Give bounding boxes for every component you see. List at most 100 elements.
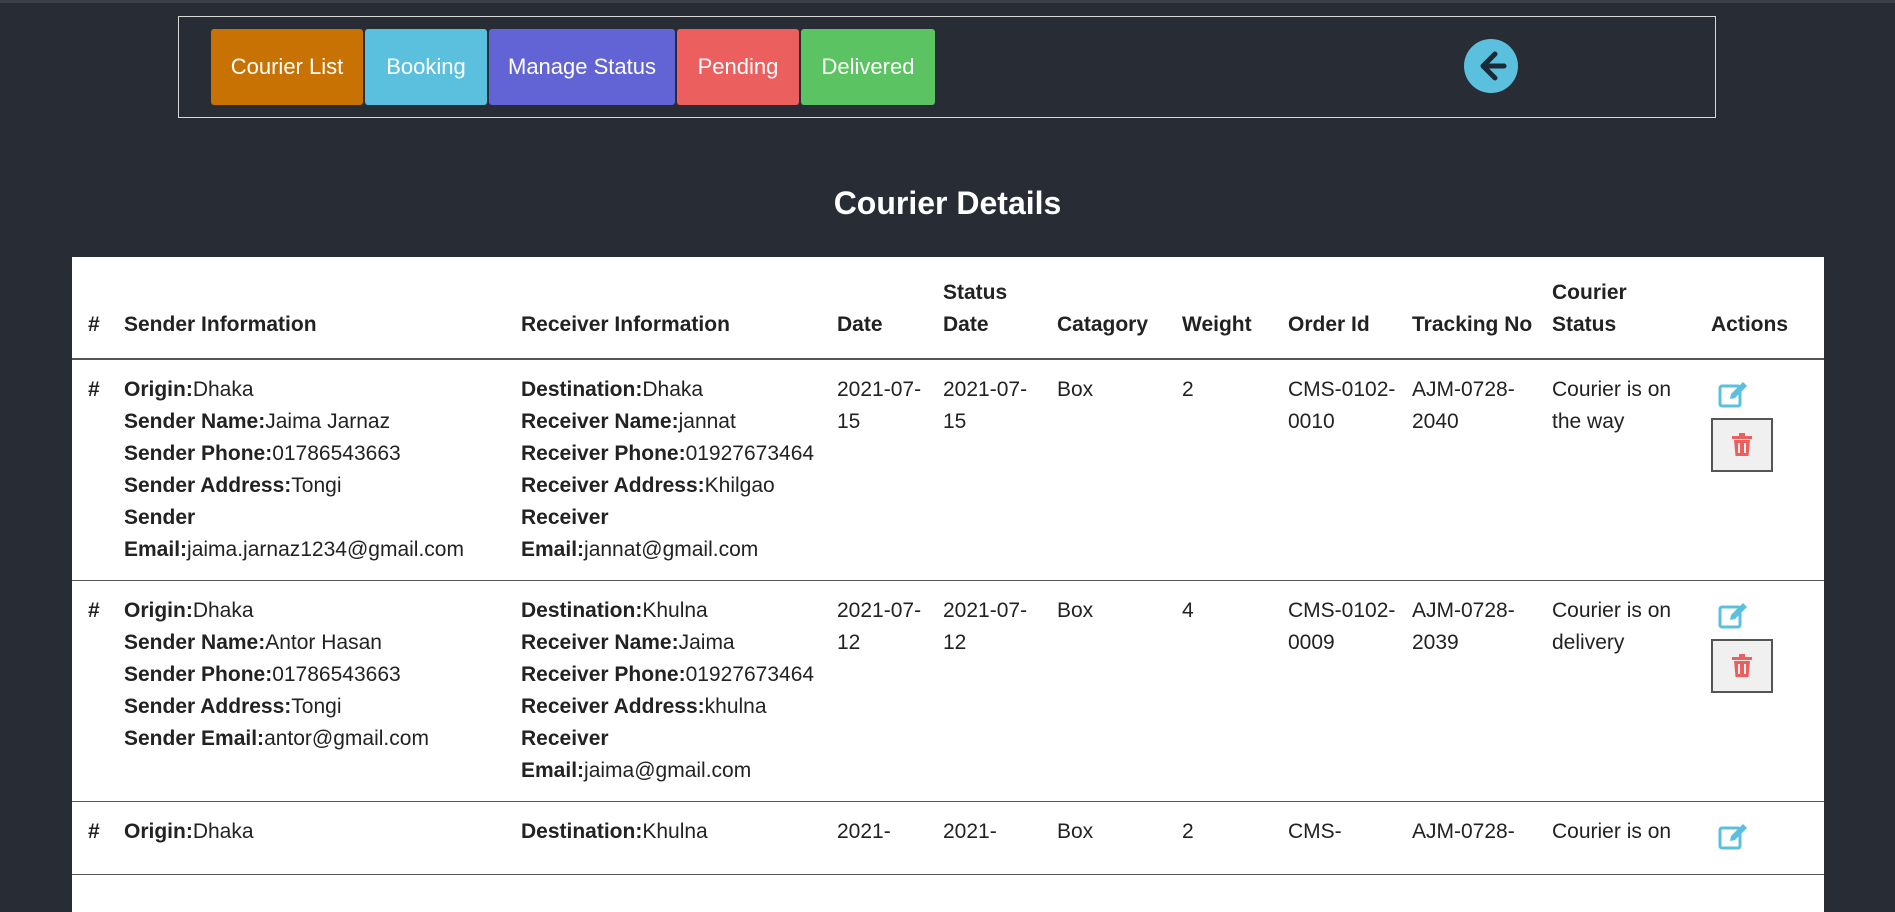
status-date-cell: 2021-07-12 [935,580,1049,802]
courier-status-cell: Courier is on the way [1544,359,1703,581]
delete-button[interactable] [1711,639,1773,693]
col-header-tracking: Tracking No [1404,257,1544,360]
sender-address-label: Sender Address: [124,474,292,497]
origin-label: Origin: [124,820,193,843]
origin-value: Dhaka [192,599,254,622]
courier-table: # Sender Information Receiver Informatio… [72,257,1824,875]
origin-label: Origin: [124,378,193,401]
receiver-email-value: jannat@gmail.com [584,538,759,561]
courier-status-cell: Courier is on delivery [1544,580,1703,802]
receiver-email-value: jaima@gmail.com [584,759,752,782]
pending-button[interactable]: Pending [677,29,799,105]
courier-list-button[interactable]: Courier List [211,29,363,105]
receiver-address-value: Khilgao [704,474,775,497]
edit-icon[interactable] [1717,378,1751,412]
date-cell: 2021-07-15 [829,359,935,581]
receiver-info: Destination:Khulna Receiver Name:Jaima R… [513,580,829,802]
col-header-order-id: Order Id [1280,257,1404,360]
origin-value: Dhaka [192,378,254,401]
booking-button[interactable]: Booking [365,29,487,105]
destination-label: Destination: [521,378,643,401]
col-header-courier-status: Courier Status [1544,257,1703,360]
sender-address-value: Tongi [291,474,342,497]
back-button[interactable] [1464,39,1518,93]
receiver-phone-label: Receiver Phone: [521,663,686,686]
sender-name-label: Sender Name: [124,631,266,654]
courier-table-container: # Sender Information Receiver Informatio… [72,257,1824,912]
sender-email-value: antor@gmail.com [264,727,429,750]
table-header-row: # Sender Information Receiver Informatio… [72,257,1824,360]
receiver-name-label: Receiver Name: [521,410,679,433]
manage-status-button[interactable]: Manage Status [489,29,675,105]
courier-status-cell: Courier is on [1544,801,1703,875]
actions-cell [1703,359,1824,581]
sender-address-label: Sender Address: [124,695,292,718]
sender-address-value: Tongi [291,695,342,718]
col-header-date: Date [829,257,935,360]
destination-value: Khulna [642,820,708,843]
sender-info: Origin:Dhaka [116,801,513,875]
table-row: # Origin:Dhaka Sender Name:Jaima Jarnaz … [72,359,1824,581]
trash-icon [1732,654,1752,677]
weight-cell: 4 [1174,580,1280,802]
page-title: Courier Details [833,185,1062,221]
table-row: # Origin:Dhaka Destination:Khulna 2021- … [72,801,1824,875]
destination-value: Dhaka [642,378,704,401]
col-header-status-date: Status Date [935,257,1049,360]
date-cell: 2021- [829,801,935,875]
sender-phone-value: 01786543663 [272,663,401,686]
category-cell: Box [1049,359,1174,581]
receiver-phone-value: 01927673464 [685,442,815,465]
row-number: # [72,359,116,581]
receiver-address-label: Receiver Address: [521,474,705,497]
origin-value: Dhaka [192,820,254,843]
status-date-cell: 2021-07-15 [935,359,1049,581]
edit-icon[interactable] [1717,820,1751,854]
sender-phone-label: Sender Phone: [124,663,273,686]
nav-bar: Courier List Booking Manage Status Pendi… [178,16,1716,118]
category-cell: Box [1049,801,1174,875]
receiver-info: Destination:Dhaka Receiver Name:jannat R… [513,359,829,581]
sender-info: Origin:Dhaka Sender Name:Antor Hasan Sen… [116,580,513,802]
row-number: # [72,580,116,802]
category-cell: Box [1049,580,1174,802]
col-header-sender: Sender Information [116,257,513,360]
tracking-cell: AJM-0728- [1404,801,1544,875]
receiver-address-value: khulna [704,695,767,718]
top-border [0,0,1895,3]
row-number: # [72,801,116,875]
sender-name-value: Jaima Jarnaz [265,410,391,433]
receiver-phone-value: 01927673464 [685,663,815,686]
arrow-left-circle-icon [1480,51,1507,81]
status-date-cell: 2021- [935,801,1049,875]
col-header-receiver: Receiver Information [513,257,829,360]
order-id-cell: CMS-0102-0010 [1280,359,1404,581]
col-header-category: Catagory [1049,257,1174,360]
order-id-cell: CMS-0102-0009 [1280,580,1404,802]
sender-phone-value: 01786543663 [272,442,401,465]
receiver-name-value: Jaima [678,631,735,654]
destination-label: Destination: [521,820,643,843]
sender-email-label: Sender Email: [124,506,196,561]
col-header-num: # [72,257,116,360]
sender-email-label: Sender Email: [124,727,265,750]
col-header-actions: Actions [1703,257,1824,360]
edit-icon[interactable] [1717,599,1751,633]
receiver-address-label: Receiver Address: [521,695,705,718]
delete-button[interactable] [1711,418,1773,472]
delivered-button[interactable]: Delivered [801,29,935,105]
weight-cell: 2 [1174,359,1280,581]
origin-label: Origin: [124,599,193,622]
sender-name-value: Antor Hasan [265,631,382,654]
trash-icon [1732,433,1752,456]
destination-value: Khulna [642,599,708,622]
sender-phone-label: Sender Phone: [124,442,273,465]
receiver-info: Destination:Khulna [513,801,829,875]
tracking-cell: AJM-0728-2039 [1404,580,1544,802]
date-cell: 2021-07-12 [829,580,935,802]
weight-cell: 2 [1174,801,1280,875]
actions-cell [1703,801,1824,875]
col-header-weight: Weight [1174,257,1280,360]
receiver-name-value: jannat [678,410,736,433]
order-id-cell: CMS- [1280,801,1404,875]
